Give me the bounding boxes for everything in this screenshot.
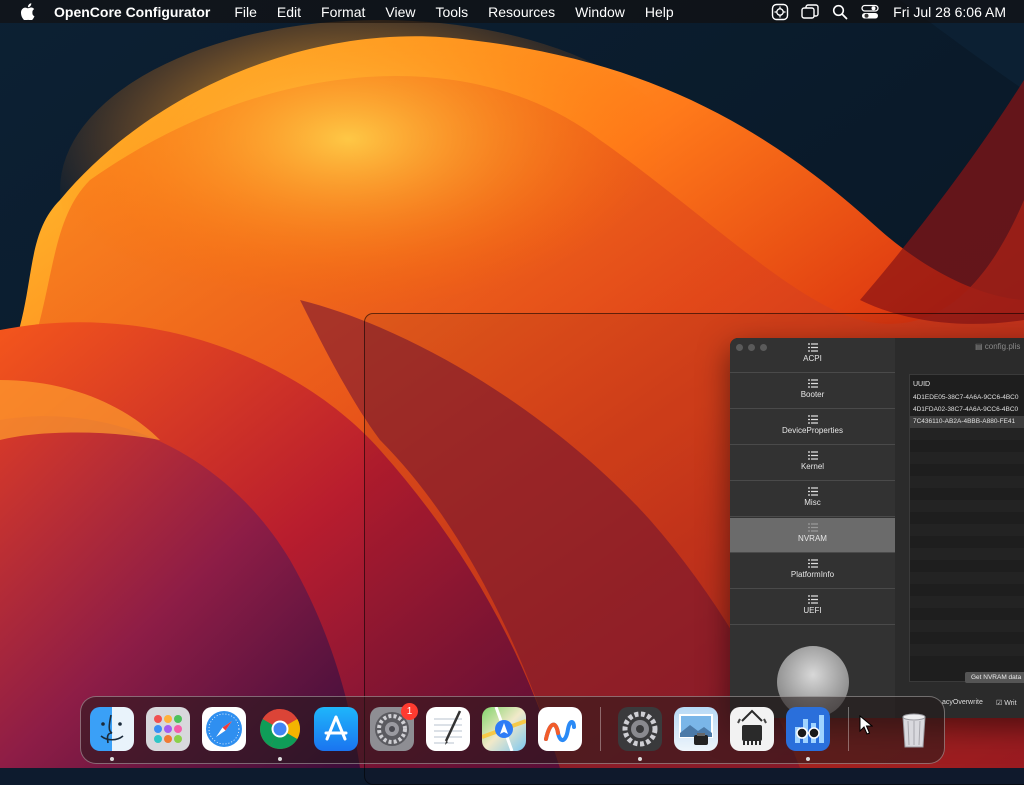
oc-main-panel: ▤ config.plis UUID 4D1EDE05-38C7-4A6A-9C… bbox=[895, 338, 1024, 718]
sidebar-item-uefi[interactable]: UEFI bbox=[730, 590, 895, 625]
sidebar-item-label: Kernel bbox=[800, 462, 825, 471]
sidebar-item-nvram[interactable]: NVRAM bbox=[730, 518, 895, 553]
menu-bar: OpenCore Configurator File Edit Format V… bbox=[0, 0, 1024, 23]
menu-file[interactable]: File bbox=[224, 4, 267, 20]
sidebar-item-label: PlatformInfo bbox=[790, 570, 835, 579]
table-row-empty bbox=[910, 512, 1024, 524]
table-row-empty bbox=[910, 620, 1024, 632]
sidebar-item-label: Misc bbox=[804, 498, 821, 507]
sidebar-item-label: NVRAM bbox=[798, 534, 827, 543]
table-row-empty bbox=[910, 584, 1024, 596]
finder-icon[interactable] bbox=[90, 707, 134, 751]
table-row-empty bbox=[910, 632, 1024, 644]
table-row-empty bbox=[910, 524, 1024, 536]
trash-icon[interactable] bbox=[892, 707, 936, 751]
running-indicator bbox=[806, 757, 810, 761]
list-icon bbox=[807, 415, 818, 424]
oc-sidebar: ACPI Booter DeviceProperties Kernel Misc… bbox=[730, 338, 895, 718]
nvram-uuid-table[interactable]: UUID 4D1EDE05-38C7-4A6A-9CC6-4BC0 4D1FDA… bbox=[909, 374, 1024, 682]
screen-mirroring-icon[interactable] bbox=[795, 0, 825, 23]
get-nvram-data-button[interactable]: Get NVRAM data bbox=[965, 672, 1024, 683]
list-icon bbox=[807, 451, 818, 460]
freeform-icon[interactable] bbox=[538, 707, 582, 751]
sidebar-item-platforminfo[interactable]: PlatformInfo bbox=[730, 554, 895, 589]
sidebar-item-label: DeviceProperties bbox=[782, 426, 843, 435]
dock-separator bbox=[848, 707, 849, 751]
launchpad-icon[interactable] bbox=[146, 707, 190, 751]
search-icon[interactable] bbox=[825, 0, 855, 23]
menu-edit[interactable]: Edit bbox=[267, 4, 311, 20]
table-row-empty bbox=[910, 536, 1024, 548]
list-icon bbox=[807, 379, 818, 388]
list-icon bbox=[807, 595, 818, 604]
maps-icon[interactable] bbox=[481, 706, 527, 752]
document-icon: ▤ bbox=[975, 342, 985, 351]
menu-format[interactable]: Format bbox=[311, 4, 375, 20]
table-row-empty bbox=[910, 572, 1024, 584]
dock: 1 bbox=[80, 696, 945, 764]
document-title-text: config.plis bbox=[984, 342, 1021, 351]
mouse-cursor-icon bbox=[859, 715, 873, 735]
table-row-empty bbox=[910, 428, 1024, 440]
table-row-empty bbox=[910, 488, 1024, 500]
sidebar-item-deviceproperties[interactable]: DeviceProperties bbox=[730, 410, 895, 445]
dock-separator bbox=[600, 707, 601, 751]
table-row-empty bbox=[910, 500, 1024, 512]
system-information-icon[interactable] bbox=[730, 707, 774, 751]
apple-menu-icon[interactable] bbox=[18, 3, 36, 21]
table-row-empty bbox=[910, 548, 1024, 560]
geekbench-icon[interactable] bbox=[786, 707, 830, 751]
table-row[interactable]: 4D1FDA02-38C7-4A6A-9CC6-4BC0 bbox=[910, 404, 1024, 416]
sidebar-item-misc[interactable]: Misc bbox=[730, 482, 895, 517]
write-checkbox[interactable]: ☑ Writ bbox=[996, 699, 1017, 707]
chrome-icon[interactable] bbox=[258, 707, 302, 751]
textedit-icon[interactable] bbox=[426, 707, 470, 751]
control-center-icon[interactable] bbox=[855, 0, 885, 23]
sidebar-item-label: UEFI bbox=[803, 606, 822, 615]
running-indicator bbox=[110, 757, 114, 761]
menu-bar-clock[interactable]: Fri Jul 28 6:06 AM bbox=[885, 4, 1024, 20]
notification-badge: 1 bbox=[401, 703, 418, 720]
settings-gear-icon[interactable] bbox=[618, 707, 662, 751]
list-icon bbox=[807, 559, 818, 568]
menu-window[interactable]: Window bbox=[565, 4, 635, 20]
table-row-empty bbox=[910, 608, 1024, 620]
table-row-empty bbox=[910, 464, 1024, 476]
system-settings-icon[interactable]: 1 bbox=[370, 703, 418, 751]
table-row-empty bbox=[910, 560, 1024, 572]
table-row-empty bbox=[910, 644, 1024, 656]
menu-help[interactable]: Help bbox=[635, 4, 684, 20]
table-row-empty bbox=[910, 440, 1024, 452]
menu-resources[interactable]: Resources bbox=[478, 4, 565, 20]
sidebar-item-label: ACPI bbox=[803, 354, 822, 363]
sidebar-item-label: Booter bbox=[800, 390, 825, 399]
list-icon bbox=[807, 523, 818, 532]
legacy-overwrite-label: acyOverwrite bbox=[942, 699, 983, 706]
table-row[interactable]: 7C436110-AB2A-4BBB-A880-FE41 bbox=[910, 416, 1024, 428]
sidebar-item-booter[interactable]: Booter bbox=[730, 374, 895, 409]
running-indicator bbox=[638, 757, 642, 761]
write-checkbox-label: Writ bbox=[1004, 700, 1017, 707]
table-row-empty bbox=[910, 476, 1024, 488]
table-header-uuid: UUID bbox=[913, 381, 931, 388]
list-icon bbox=[807, 487, 818, 496]
running-indicator bbox=[278, 757, 282, 761]
document-title: ▤ config.plis bbox=[975, 342, 1020, 351]
menu-app-name[interactable]: OpenCore Configurator bbox=[54, 4, 224, 20]
safari-icon[interactable] bbox=[202, 707, 246, 751]
menu-view[interactable]: View bbox=[375, 4, 425, 20]
preview-icon[interactable] bbox=[674, 707, 718, 751]
sidebar-item-acpi[interactable]: ACPI bbox=[730, 338, 895, 373]
sidebar-item-kernel[interactable]: Kernel bbox=[730, 446, 895, 481]
table-row-empty bbox=[910, 596, 1024, 608]
list-icon bbox=[807, 343, 818, 352]
table-row[interactable]: 4D1EDE05-38C7-4A6A-9CC6-4BC0 bbox=[910, 392, 1024, 404]
app-store-icon[interactable] bbox=[314, 707, 358, 751]
menu-tools[interactable]: Tools bbox=[425, 4, 478, 20]
table-row-empty bbox=[910, 452, 1024, 464]
opencore-status-icon[interactable] bbox=[765, 0, 795, 23]
opencore-configurator-window: ACPI Booter DeviceProperties Kernel Misc… bbox=[730, 338, 1024, 718]
